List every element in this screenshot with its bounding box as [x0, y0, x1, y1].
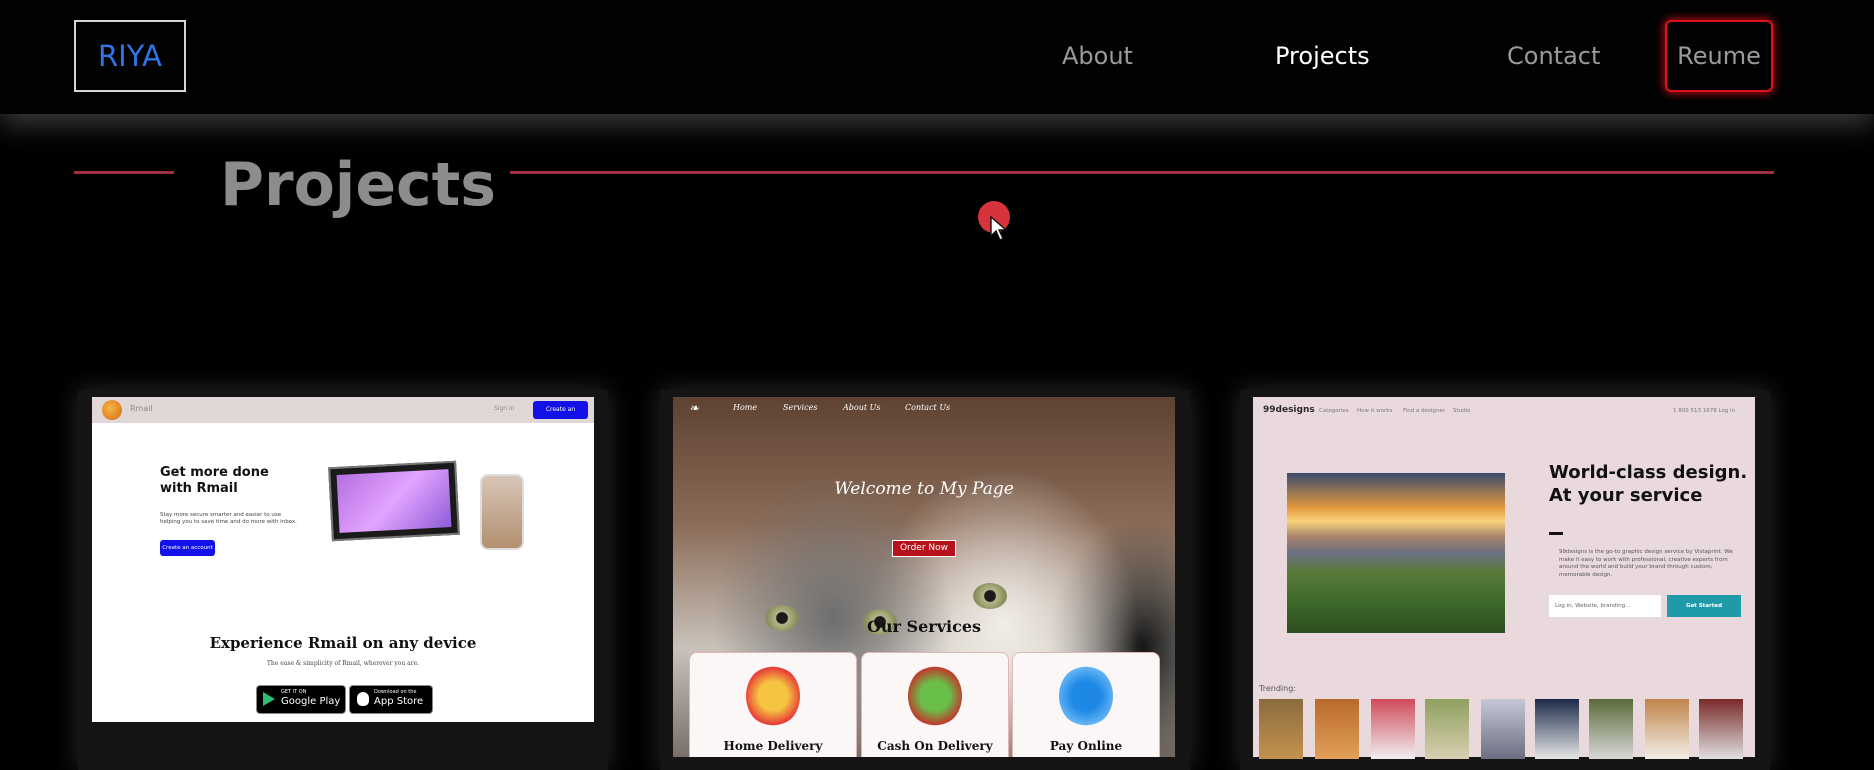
- card-payment-icon: [1059, 665, 1113, 727]
- laptop-image: [328, 460, 460, 542]
- project-screenshot-rmail[interactable]: Rmail Sign in Create an account Get more…: [92, 397, 594, 722]
- cats-order-button: Order Now: [892, 540, 956, 557]
- app-store-big: App Store: [374, 696, 424, 707]
- cats-welcome-title: Welcome to My Page: [834, 479, 1014, 499]
- cats-nav-home: Home: [733, 403, 758, 412]
- resume-button[interactable]: Reume: [1665, 20, 1773, 92]
- top-navbar: RIYA About Projects Contact Reume: [0, 0, 1874, 114]
- apple-icon: [357, 692, 369, 706]
- rmail-body: Stay more secure smarter and easier to u…: [160, 512, 297, 525]
- trending-thumbnail: [1425, 699, 1469, 759]
- d99-get-started-button: Get Started: [1667, 595, 1741, 617]
- cat-eye: [973, 583, 1007, 609]
- service-card: Cash On Delivery: [861, 652, 1009, 757]
- title-divider-right: [510, 171, 1774, 174]
- d99-trending-label: Trending:: [1259, 684, 1296, 693]
- rmail-logo-icon: [102, 400, 122, 420]
- section-title: Projects: [220, 150, 497, 220]
- rmail-headline: Get more done with Rmail: [160, 465, 269, 496]
- project-screenshot-99designs[interactable]: 99designs Categories How it works Find a…: [1253, 397, 1755, 760]
- trending-thumbnail: [1315, 699, 1359, 759]
- phone-image: [480, 474, 524, 550]
- nav-contact[interactable]: Contact: [1507, 42, 1600, 70]
- service-label: Cash On Delivery: [877, 739, 993, 753]
- d99-nav-categories: Categories: [1319, 408, 1349, 414]
- cats-logo-icon: ❧: [689, 401, 700, 415]
- google-play-big: Google Play: [281, 696, 341, 707]
- trending-thumbnail: [1481, 699, 1525, 759]
- app-store-badge: Download on the App Store: [349, 685, 433, 714]
- rmail-create-button: Create an account: [160, 540, 215, 556]
- rmail-nav-cta: Create an account: [533, 401, 588, 431]
- rmail-subtext: The ease & simplicity of Rmail, wherever…: [266, 660, 420, 667]
- google-play-badge: GET IT ON Google Play: [256, 685, 346, 714]
- rmail-signin-link: Sign in: [494, 405, 515, 412]
- service-label: Pay Online: [1049, 739, 1123, 753]
- d99-logo: 99designs: [1263, 405, 1315, 415]
- trending-thumbnail: [1535, 699, 1579, 759]
- mouse-cursor-icon: [990, 216, 1008, 241]
- cats-nav-services: Services: [783, 403, 818, 412]
- trending-thumbnail: [1645, 699, 1689, 759]
- rmail-navbar: Rmail Sign in Create an account: [92, 397, 594, 431]
- nav-about[interactable]: About: [1062, 42, 1133, 70]
- mountain-sunset-image: [1287, 473, 1505, 633]
- d99-headline: World-class design. At your service: [1549, 462, 1748, 506]
- app-store-small: Download on the: [374, 689, 417, 695]
- cats-services-title: Our Services: [866, 617, 982, 636]
- d99-body: 99designs is the go-to graphic design se…: [1559, 549, 1733, 578]
- cats-nav-contact: Contact Us: [905, 403, 951, 412]
- d99-search-input: Log in, Website, branding...: [1549, 595, 1661, 617]
- nav-projects[interactable]: Projects: [1275, 42, 1370, 70]
- google-play-icon: [263, 692, 275, 706]
- trending-thumbnail: [1259, 699, 1303, 759]
- project-screenshot-cats[interactable]: ❧ Home Services About Us Contact Us Welc…: [673, 397, 1175, 757]
- cash-icon: [908, 665, 962, 727]
- service-label: Home Delivery: [723, 739, 823, 753]
- google-play-small: GET IT ON: [281, 689, 307, 695]
- d99-dash: [1549, 532, 1563, 535]
- d99-nav-find: Find a designer: [1403, 408, 1446, 414]
- cats-nav-about: About Us: [843, 403, 881, 412]
- delivery-scooter-icon: [746, 665, 800, 727]
- rmail-subhead: Experience Rmail on any device: [209, 634, 477, 652]
- service-card: Home Delivery: [689, 652, 857, 757]
- trending-thumbnail: [1371, 699, 1415, 759]
- service-card: Pay Online: [1012, 652, 1160, 757]
- site-logo[interactable]: RIYA: [74, 20, 186, 92]
- trending-thumbnail: [1699, 699, 1743, 759]
- rmail-brand: Rmail: [130, 404, 153, 413]
- d99-phone-login: 1 800 513 1678 Log in: [1673, 408, 1736, 414]
- title-divider-left: [74, 171, 174, 174]
- d99-nav-how: How it works: [1357, 408, 1393, 414]
- trending-thumbnail: [1589, 699, 1633, 759]
- d99-nav-studio: Studio: [1453, 408, 1471, 414]
